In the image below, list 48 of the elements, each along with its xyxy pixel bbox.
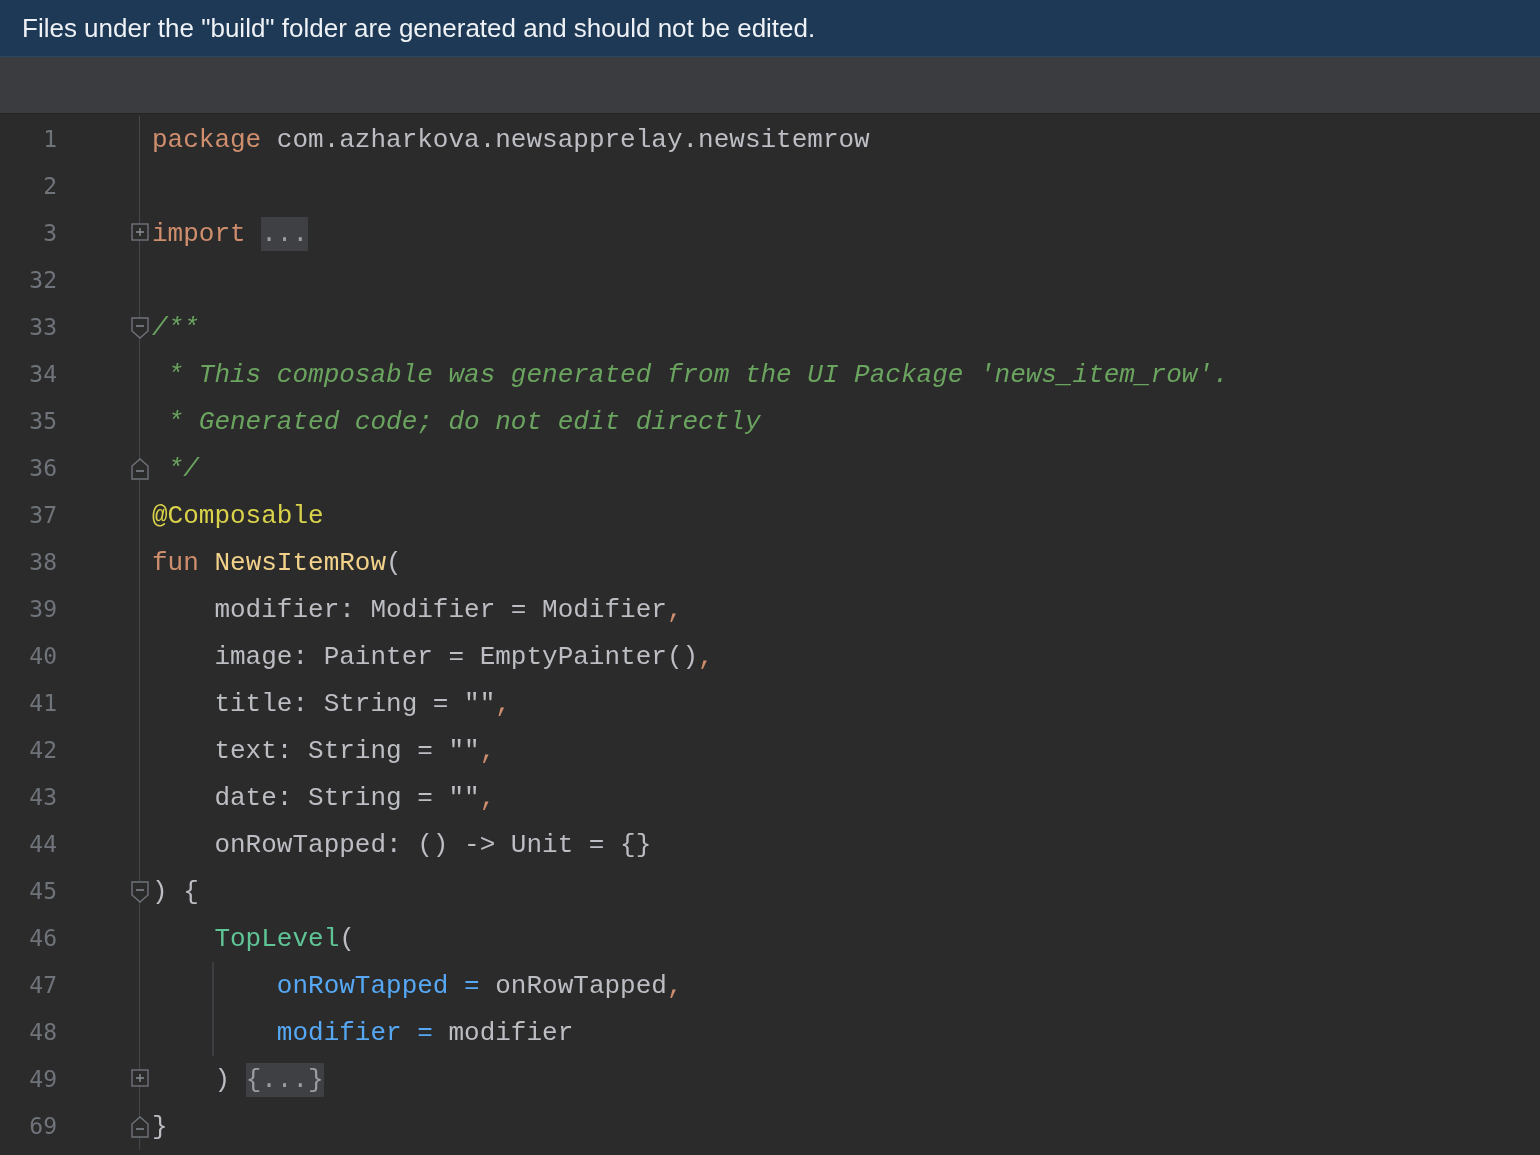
- code-line: fun NewsItemRow(: [152, 546, 402, 580]
- code-line: */: [166, 452, 199, 486]
- code-line: text: String = "",: [213, 734, 496, 768]
- line-number: 35: [29, 407, 57, 436]
- line-number: 48: [29, 1018, 57, 1047]
- line-number: 33: [29, 313, 57, 342]
- code-line: * This composable was generated from the UI Package 'news_item_row'.: [166, 358, 1229, 392]
- code-line: /**: [152, 311, 199, 345]
- line-number: 43: [29, 783, 57, 812]
- code-line: * Generated code; do not edit directly: [166, 405, 761, 439]
- code-line: onRowTapped: () -> Unit = {}: [213, 828, 652, 862]
- code-line: package com.azharkova.newsapprelay.newsitemrow: [152, 123, 870, 157]
- line-number: 36: [29, 454, 57, 483]
- code-line: image: Painter = EmptyPainter(),: [213, 640, 714, 674]
- expand-icon[interactable]: [131, 223, 149, 241]
- line-number: 42: [29, 736, 57, 765]
- code-line: import ...: [152, 215, 309, 253]
- line-number: 41: [29, 689, 57, 718]
- code-line: @Composable: [152, 499, 324, 533]
- line-number: 45: [29, 877, 57, 906]
- collapse-icon[interactable]: [131, 317, 149, 339]
- line-number: 3: [43, 219, 57, 248]
- code-line: }: [152, 1110, 168, 1144]
- line-number: 47: [29, 971, 57, 1000]
- line-number: 2: [43, 172, 57, 201]
- line-number: 39: [29, 595, 57, 624]
- code-line: modifier: Modifier = Modifier,: [213, 593, 683, 627]
- line-number: 49: [29, 1065, 57, 1094]
- collapse-icon[interactable]: [131, 1116, 149, 1138]
- collapse-icon[interactable]: [131, 881, 149, 903]
- code-line: date: String = "",: [213, 781, 496, 815]
- expand-icon[interactable]: [131, 1069, 149, 1087]
- line-number: 40: [29, 642, 57, 671]
- line-number: 46: [29, 924, 57, 953]
- code-line: ) {: [152, 875, 199, 909]
- line-number: 69: [29, 1112, 57, 1141]
- code-line: modifier = modifier: [275, 1016, 574, 1050]
- code-line: TopLevel(: [213, 922, 355, 956]
- line-number: 32: [29, 266, 57, 295]
- code-line: title: String = "",: [213, 687, 511, 721]
- banner-message: Files under the "build" folder are generated and should not be edited.: [22, 12, 816, 44]
- line-number: 37: [29, 501, 57, 530]
- line-number: 34: [29, 360, 57, 389]
- code-line: onRowTapped = onRowTapped,: [275, 969, 683, 1003]
- line-number: 44: [29, 830, 57, 859]
- collapse-icon[interactable]: [131, 458, 149, 480]
- line-number: 1: [43, 125, 57, 154]
- line-number: 38: [29, 548, 57, 577]
